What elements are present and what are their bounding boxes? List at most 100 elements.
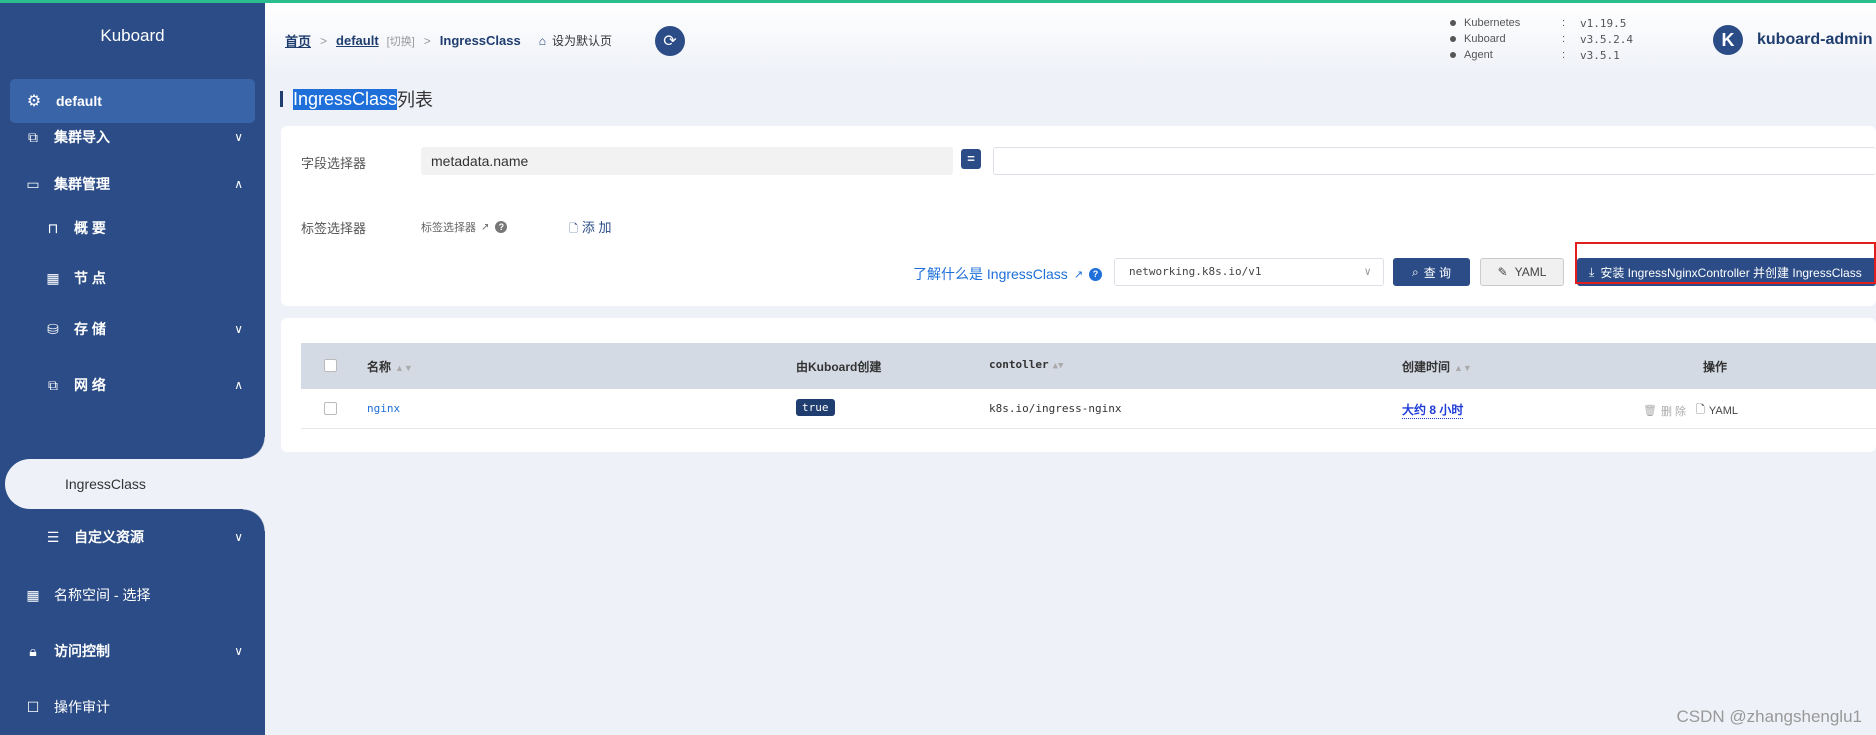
sidebar-item-storage[interactable]: ⛁ 存 储 ∨ (0, 311, 265, 347)
sidebar-item-cluster-import[interactable]: ⧉ 集群导入 ∨ (0, 119, 265, 155)
add-label-button[interactable]: 🗋︎ 添 加 (569, 217, 611, 239)
lock-icon: 🔒︎ (29, 642, 37, 659)
column-header-actions: 操作 (1703, 360, 1728, 374)
sidebar-item-label: 名称空间 - 选择 (54, 587, 151, 603)
add-label-text: 添 加 (581, 220, 612, 235)
current-cluster-button[interactable]: ⚙ default (10, 79, 255, 123)
sidebar-item-nodes[interactable]: ▦ 节 点 (0, 260, 265, 296)
user-name: kuboard-admin (1757, 31, 1873, 48)
query-button-label: 查 询 (1423, 265, 1452, 280)
learn-ingressclass-link[interactable]: 了解什么是 IngressClass ↗ ? (913, 264, 1103, 284)
delete-action[interactable]: 删 除 (1661, 403, 1686, 419)
chevron-down-icon: ∨ (234, 130, 243, 144)
storage-icon: ⛁ (47, 320, 59, 337)
sidebar-item-label: IngressClass (65, 476, 146, 492)
chevron-right-icon: > (423, 33, 431, 48)
sidebar-item-access-control[interactable]: 🔒︎ 访问控制 ∨ (0, 633, 265, 669)
yaml-button[interactable]: ✎ YAML (1480, 258, 1564, 286)
status-badge: true (796, 399, 835, 416)
operator-equals-button[interactable]: = (961, 149, 981, 169)
home-icon: ⌂ (538, 33, 546, 48)
yaml-action[interactable]: YAML (1709, 405, 1738, 417)
nodes-icon: ▦ (46, 269, 60, 286)
sidebar-item-label: 概 要 (74, 220, 106, 236)
edit-icon: ✎ (1497, 265, 1508, 279)
field-value-input[interactable] (993, 147, 1876, 175)
bullet-icon (1450, 52, 1456, 58)
chevron-right-icon: > (320, 33, 328, 48)
version-row: Kubernetes : v1.19.5 (1450, 15, 1633, 31)
learn-link-text: 了解什么是 IngressClass (913, 266, 1068, 282)
label-selector-label: 标签选择器 (301, 221, 367, 236)
sidebar-item-ingressclass[interactable]: IngressClass (5, 437, 265, 531)
bullet-icon (1450, 20, 1456, 26)
document-icon: 🗋︎ (1696, 404, 1705, 416)
user-menu[interactable]: K kuboard-admin (1713, 25, 1873, 55)
column-header-name[interactable]: 名称 ▲▼ (367, 358, 413, 375)
sidebar-item-cluster-management[interactable]: ▭ 集群管理 ∧ (0, 166, 265, 202)
audit-icon: ☐ (26, 698, 40, 715)
bullet-icon (1450, 36, 1456, 42)
import-icon: ⧉ (28, 128, 38, 145)
created-time[interactable]: 大约 8 小时 (1402, 401, 1464, 419)
select-all-checkbox[interactable] (324, 359, 337, 372)
app-logo-title[interactable]: Kuboard (0, 3, 265, 69)
sidebar-item-label: 节 点 (74, 270, 106, 286)
top-accent-line (0, 0, 1876, 3)
version-separator: : (1562, 33, 1566, 45)
avatar: K (1713, 25, 1743, 55)
breadcrumb-home-link[interactable]: 首页 (285, 31, 311, 50)
column-header-controller[interactable]: contoller ▲▼ (989, 358, 1063, 371)
breadcrumb-switch-link[interactable]: [切换] (387, 33, 415, 49)
title-accent-bar (280, 91, 283, 107)
external-link-icon[interactable]: ↗ (481, 222, 489, 233)
document-icon: 🗋︎ (569, 223, 578, 235)
query-button[interactable]: ⌕ 查 询 (1393, 258, 1470, 286)
search-icon: ⌕ (1411, 264, 1419, 279)
set-default-page-link[interactable]: 设为默认页 (552, 32, 612, 49)
label-selector-hint: 标签选择器 ↗ ? (421, 219, 508, 235)
help-icon[interactable]: ? (1089, 267, 1103, 281)
column-header-label: 名称 (367, 360, 392, 374)
api-version-select[interactable]: networking.k8s.io/v1 ∨ (1114, 258, 1384, 286)
sidebar-item-label: 网 络 (74, 377, 106, 393)
breadcrumb-cluster-link[interactable]: default (336, 33, 379, 48)
sidebar-item-network[interactable]: ⧉ 网 络 ∧ (0, 367, 265, 403)
sidebar-item-audit[interactable]: ☐ 操作审计 (0, 689, 265, 725)
row-checkbox[interactable] (324, 402, 337, 415)
overview-icon: ⊓ (47, 219, 59, 236)
column-header-by-kuboard: 由Kuboard创建 (796, 360, 882, 374)
sidebar-item-namespace-select[interactable]: ▦ 名称空间 - 选择 (0, 577, 265, 613)
version-name: Kubernetes (1464, 17, 1521, 29)
cluster-icon: ▭ (26, 175, 40, 192)
page-title-highlight: IngressClass (293, 88, 398, 110)
field-selector-input[interactable]: metadata.name (421, 147, 953, 175)
network-icon: ⧉ (48, 376, 58, 393)
version-separator: : (1562, 17, 1566, 29)
custom-resource-icon: ☰ (46, 528, 60, 545)
sidebar-item-custom-resources[interactable]: ☰ 自定义资源 ∨ (0, 519, 265, 555)
gear-icon: ⚙ (26, 93, 42, 110)
sort-icon[interactable]: ▲▼ (395, 363, 413, 373)
refresh-button[interactable]: ⟳ (655, 26, 685, 56)
version-value: v1.19.5 (1580, 16, 1627, 30)
version-row: Agent : v3.5.1 (1450, 47, 1633, 63)
grid-icon: ▦ (26, 586, 40, 603)
chevron-up-icon: ∧ (234, 177, 243, 191)
sort-icon[interactable]: ▲▼ (1454, 363, 1472, 373)
chevron-down-icon: ∨ (234, 530, 243, 544)
table-row: nginx true k8s.io/ingress-nginx 大约 8 小时 … (301, 389, 1876, 429)
breadcrumb: 首页 > default [切换] > IngressClass ⌂ 设为默认页 (285, 31, 612, 50)
ingressclass-name-link[interactable]: nginx (367, 402, 400, 415)
ingressclass-table: 名称 ▲▼ 由Kuboard创建 contoller ▲▼ 创建时间 ▲▼ 操作 ng… (281, 318, 1876, 452)
version-separator: : (1562, 49, 1566, 61)
sidebar-item-overview[interactable]: ⊓ 概 要 (0, 210, 265, 246)
sidebar: Kuboard ⚙ default ⧉ 集群导入 ∨ ▭ 集群管理 ∧ ⊓ 概 … (0, 3, 265, 735)
version-row: Kuboard : v3.5.2.4 (1450, 31, 1633, 47)
sidebar-item-label: 存 储 (74, 321, 106, 337)
row-actions: 🗑︎ 删 除 🗋︎ YAML (1643, 401, 1738, 420)
version-value: v3.5.1 (1580, 48, 1620, 62)
column-header-created[interactable]: 创建时间 ▲▼ (1402, 358, 1472, 375)
help-icon[interactable]: ? (495, 221, 508, 233)
sort-icon[interactable]: ▲▼ (1053, 361, 1064, 371)
